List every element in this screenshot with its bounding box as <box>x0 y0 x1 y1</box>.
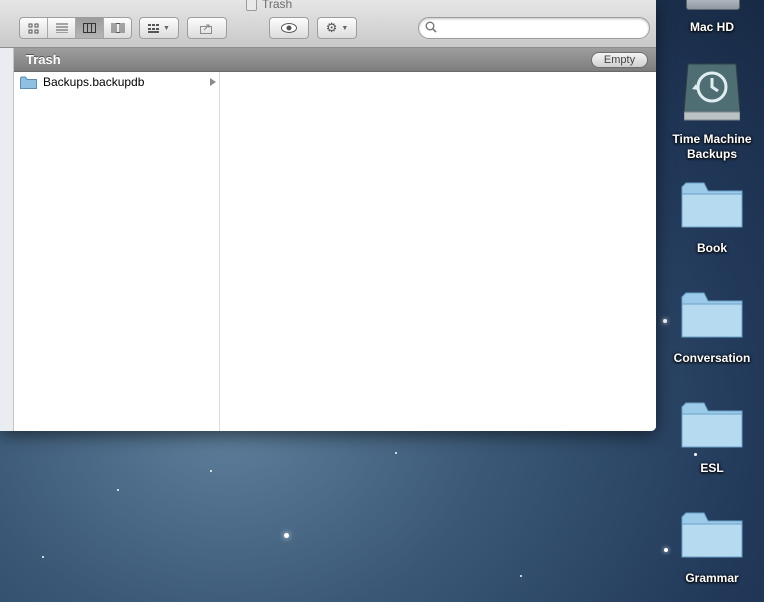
gear-icon: ⚙ <box>325 20 338 35</box>
desktop-item-mac-hd[interactable]: Mac HD <box>664 0 760 35</box>
empty-trash-button[interactable]: Empty <box>591 52 648 68</box>
eye-icon <box>281 23 297 33</box>
list-item[interactable]: Backups.backupdb <box>14 73 219 91</box>
list-view-icon[interactable] <box>48 18 76 38</box>
arrange-button[interactable]: ▼ <box>139 17 179 39</box>
window-title: Trash <box>246 0 292 11</box>
desktop-item-time-machine[interactable]: Time Machine Backups <box>664 62 760 162</box>
trash-icon <box>246 0 257 11</box>
coverflow-view-icon[interactable] <box>104 18 131 38</box>
folder-icon <box>681 182 743 228</box>
header-title: Trash <box>26 52 61 67</box>
search-input[interactable] <box>441 20 645 38</box>
desktop-item-label: Mac HD <box>689 20 734 34</box>
toolbar: Trash ▼ ⚙ ▼ <box>0 0 656 48</box>
star <box>395 452 397 454</box>
folder-icon <box>681 402 743 448</box>
desktop-item-label: Grammar <box>685 571 739 585</box>
share-button[interactable] <box>187 17 227 39</box>
search-field[interactable] <box>418 17 650 39</box>
desktop-item-book[interactable]: Book <box>664 181 760 256</box>
action-button[interactable]: ⚙ ▼ <box>317 17 357 39</box>
folder-icon <box>20 76 37 89</box>
quick-look-button[interactable] <box>269 17 309 39</box>
list-item-label: Backups.backupdb <box>43 75 145 89</box>
desktop-item-esl[interactable]: ESL <box>664 401 760 476</box>
desktop-item-label: ESL <box>700 461 724 475</box>
window-title-text: Trash <box>262 0 293 11</box>
disclosure-arrow-icon <box>210 78 216 86</box>
icon-view-icon[interactable] <box>20 18 48 38</box>
chevron-down-icon: ▼ <box>163 24 170 32</box>
folder-icon <box>681 292 743 338</box>
desktop-item-label: Conversation <box>673 351 751 365</box>
hard-drive-icon <box>664 0 760 20</box>
star <box>284 533 289 538</box>
desktop-item-grammar[interactable]: Grammar <box>664 511 760 586</box>
arrange-grid-icon <box>148 23 160 33</box>
folder-icon <box>681 512 743 558</box>
star <box>520 575 522 577</box>
desktop-item-label: Book <box>697 241 727 255</box>
share-icon <box>200 24 212 34</box>
finder-window: Trash ▼ ⚙ ▼ Trash Empty Backups.backupdb <box>0 0 656 431</box>
view-switcher <box>19 17 132 39</box>
star <box>210 470 212 472</box>
browser-column-1[interactable]: Backups.backupdb <box>14 72 220 431</box>
sidebar[interactable] <box>0 48 14 431</box>
column-view-icon[interactable] <box>76 18 104 38</box>
chevron-down-icon: ▼ <box>341 24 349 32</box>
browser-column-2[interactable] <box>220 72 656 431</box>
search-icon <box>425 21 437 33</box>
star <box>42 556 44 558</box>
path-header: Trash Empty <box>14 48 656 72</box>
time-machine-icon <box>684 63 740 121</box>
desktop-item-conversation[interactable]: Conversation <box>664 291 760 366</box>
star <box>117 489 119 491</box>
desktop-item-label: Time Machine Backups <box>672 132 752 161</box>
